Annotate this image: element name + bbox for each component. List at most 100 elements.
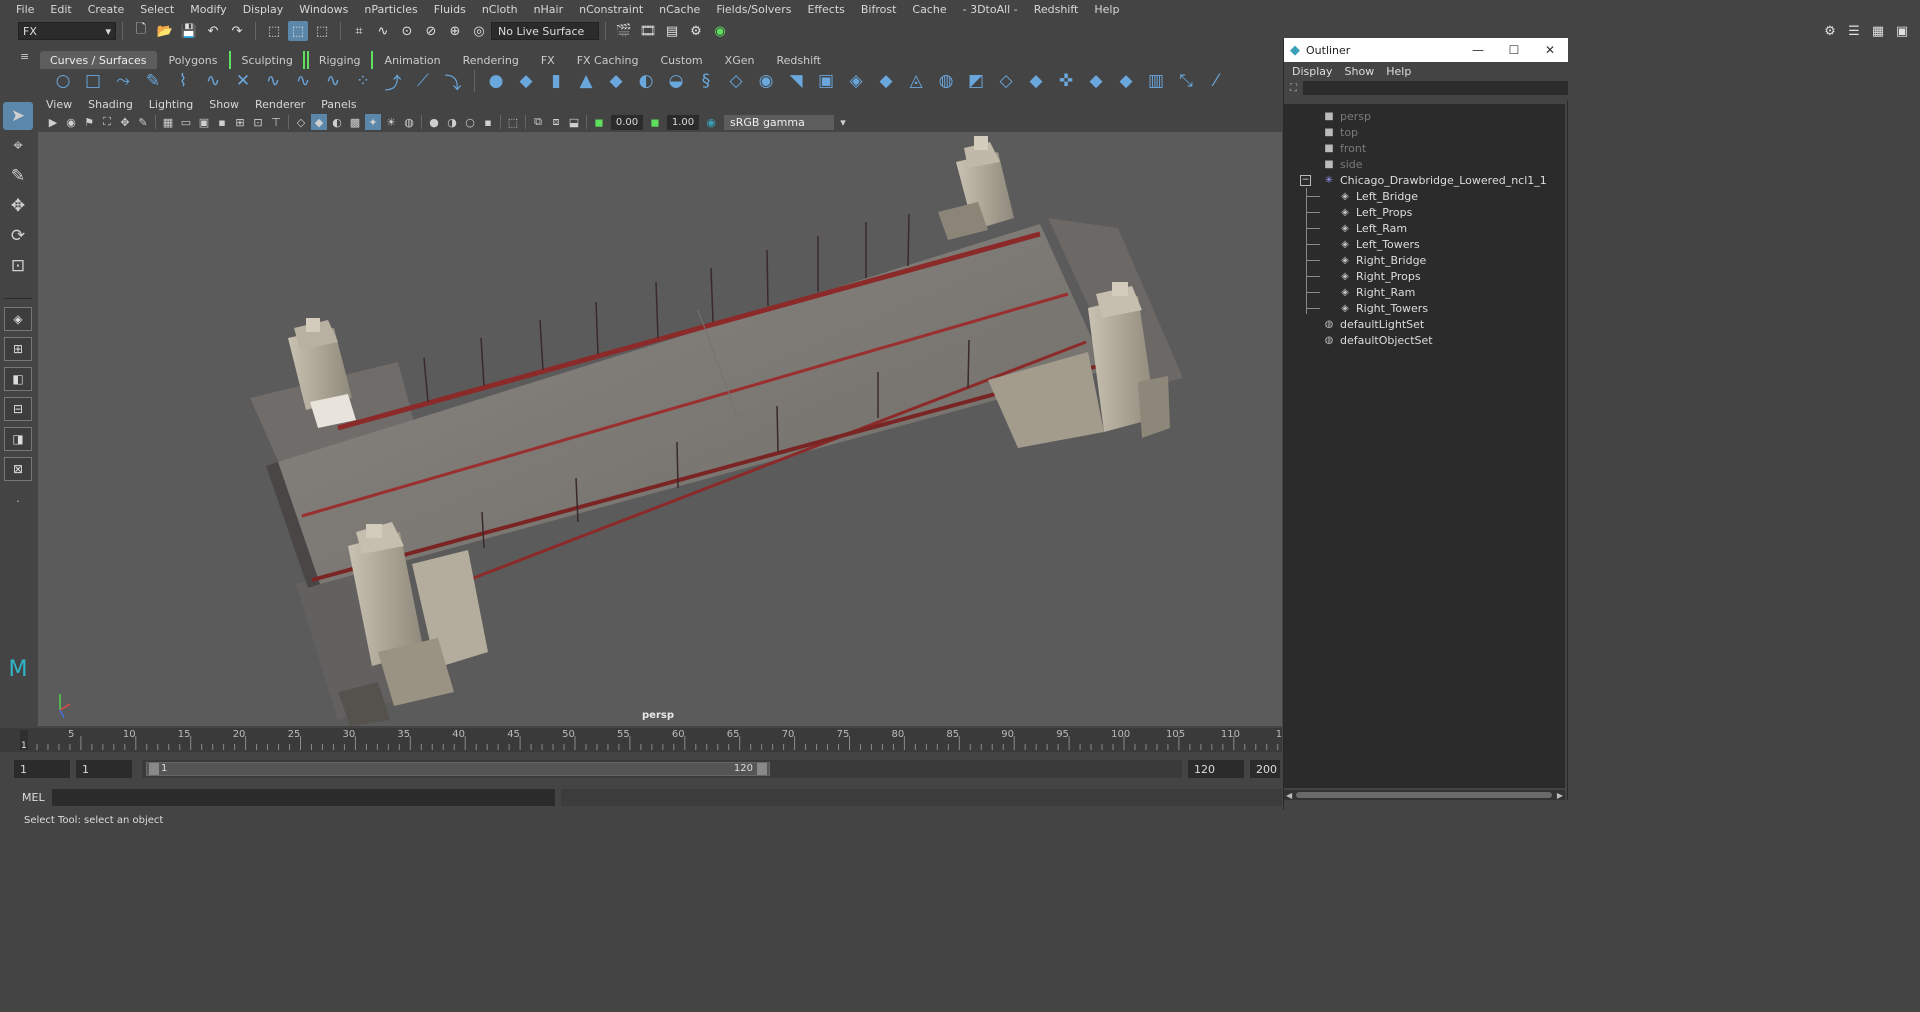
outliner-vertical-scrollbar[interactable] xyxy=(1567,100,1568,800)
color-management-icon[interactable]: ◉ xyxy=(703,114,719,130)
boundary-icon[interactable]: ◈ xyxy=(841,69,871,93)
render-sequence-icon[interactable]: 🎞 xyxy=(638,21,658,41)
square-surface-icon[interactable]: ◆ xyxy=(871,69,901,93)
new-scene-icon[interactable]: 🗋 xyxy=(131,21,151,41)
snap-surface-icon[interactable]: ⊕ xyxy=(445,21,465,41)
offset-curve-icon[interactable]: ⤵ xyxy=(438,69,468,94)
shadows-icon[interactable]: ☀ xyxy=(383,114,399,130)
nurbs-plane-icon[interactable]: ◆ xyxy=(601,69,631,93)
gamma-field[interactable]: 1.00 xyxy=(667,114,699,130)
outliner-child-left-towers[interactable]: ◈ Left_Towers xyxy=(1338,236,1420,252)
persp-graph-editor-layout-icon[interactable]: ⊠ xyxy=(4,457,32,481)
view-transform-select[interactable]: sRGB gamma xyxy=(724,114,834,130)
nurbs-cylinder-icon[interactable]: ▮ xyxy=(541,69,571,93)
render-frame-icon[interactable]: 🎬 xyxy=(614,21,634,41)
xray-active-icon[interactable]: ⧈ xyxy=(548,114,564,130)
attach-curve-icon[interactable]: ∿ xyxy=(258,69,288,93)
loft-icon[interactable]: § xyxy=(691,69,721,93)
render-settings-icon[interactable]: ⚙ xyxy=(686,21,706,41)
scrollbar-thumb[interactable] xyxy=(1296,792,1552,798)
search-options-icon[interactable]: ⛶ xyxy=(1290,83,1297,94)
outliner-child-right-ram[interactable]: ◈ Right_Ram xyxy=(1338,284,1415,300)
range-slider-handle[interactable]: 1 120 xyxy=(146,762,770,776)
select-camera-icon[interactable]: ▶ xyxy=(45,114,61,130)
reverse-curve-icon[interactable]: ⁘ xyxy=(348,69,378,93)
isolate-select-icon[interactable]: ⬚ xyxy=(505,114,521,130)
revolve-icon[interactable]: ◒ xyxy=(661,69,691,93)
chevron-down-icon[interactable]: ▾ xyxy=(835,114,851,130)
snap-view-plane-icon[interactable]: ⊘ xyxy=(421,21,441,41)
shelf-menu-icon[interactable]: ≡ xyxy=(20,50,29,63)
scale-tool-icon[interactable]: ⊡ xyxy=(3,252,33,280)
tab-curves-surfaces[interactable]: Curves / Surfaces xyxy=(40,51,157,69)
menu-windows[interactable]: Windows xyxy=(291,3,356,16)
wireframe-on-shaded-icon[interactable]: ◐ xyxy=(329,114,345,130)
outliner-search-input[interactable] xyxy=(1303,81,1568,95)
menu-ncloth[interactable]: nCloth xyxy=(474,3,526,16)
paint-select-tool-icon[interactable]: ✎ xyxy=(3,162,33,190)
nurbs-square-icon[interactable]: □ xyxy=(78,69,108,93)
collapse-toggle[interactable]: − xyxy=(1300,174,1311,186)
outliner-child-left-ram[interactable]: ◈ Left_Ram xyxy=(1338,220,1407,236)
insert-knot-icon[interactable]: ⟋ xyxy=(408,69,438,93)
range-start-grip[interactable] xyxy=(149,763,159,775)
menu-ncache[interactable]: nCache xyxy=(651,3,708,16)
tab-rendering[interactable]: Rendering xyxy=(453,51,529,69)
xray-icon[interactable]: ▪ xyxy=(480,114,496,130)
outliner-camera-side[interactable]: ■ side xyxy=(1322,156,1362,172)
nurbs-circle-icon[interactable]: ○ xyxy=(48,69,78,93)
persp-outliner-layout-icon[interactable]: ◧ xyxy=(4,367,32,391)
panel-menu-renderer[interactable]: Renderer xyxy=(247,98,313,111)
scroll-right-icon[interactable]: ▶ xyxy=(1557,791,1563,800)
persp-graph-layout-icon[interactable]: ⊟ xyxy=(4,397,32,421)
tool-settings-icon[interactable]: ▦ xyxy=(1868,21,1888,41)
panel-menu-show[interactable]: Show xyxy=(201,98,247,111)
menu-fields-solvers[interactable]: Fields/Solvers xyxy=(708,3,799,16)
make-live-icon[interactable]: ◎ xyxy=(469,21,489,41)
fillet-icon[interactable]: ⁄ xyxy=(1201,69,1231,93)
rebuild-surface-icon[interactable]: ◆ xyxy=(1081,69,1111,93)
extrude-icon[interactable]: ◉ xyxy=(751,69,781,93)
maximize-icon[interactable]: ☐ xyxy=(1496,43,1532,57)
select-object-icon[interactable]: ⬚ xyxy=(288,21,308,41)
align-surface-icon[interactable]: ◆ xyxy=(1111,69,1141,93)
gate-mask-icon[interactable]: ▪ xyxy=(214,114,230,130)
menu-effects[interactable]: Effects xyxy=(799,3,852,16)
outliner-menu-display[interactable]: Display xyxy=(1286,65,1339,78)
tab-rigging[interactable]: Rigging xyxy=(306,51,373,69)
gamma-icon[interactable]: ◼ xyxy=(647,114,663,130)
grease-pencil-icon[interactable]: ✎ xyxy=(135,114,151,130)
outliner-group-node[interactable]: − ✳ Chicago_Drawbridge_Lowered_ncl1_1 xyxy=(1300,172,1547,188)
close-icon[interactable]: ✕ xyxy=(1532,43,1568,57)
exposure-field[interactable]: 0.00 xyxy=(611,114,643,130)
textured-icon[interactable]: ▩ xyxy=(347,114,363,130)
snap-point-icon[interactable]: ⊙ xyxy=(397,21,417,41)
outliner-child-right-bridge[interactable]: ◈ Right_Bridge xyxy=(1338,252,1426,268)
menu-select[interactable]: Select xyxy=(132,3,182,16)
outliner-horizontal-scrollbar[interactable]: ◀ ▶ xyxy=(1284,790,1565,800)
smooth-shade-icon[interactable]: ◆ xyxy=(311,114,327,130)
move-tool-icon[interactable]: ✥ xyxy=(3,192,33,220)
menu-set-select[interactable]: FX ▾ xyxy=(18,22,116,40)
minimize-icon[interactable]: — xyxy=(1460,43,1496,57)
bezier-curve-icon[interactable]: ⌇ xyxy=(168,69,198,93)
scroll-left-icon[interactable]: ◀ xyxy=(1286,791,1292,800)
tab-redshift[interactable]: Redshift xyxy=(766,51,831,69)
ipr-render-icon[interactable]: ▤ xyxy=(662,21,682,41)
bookmark-icon[interactable]: ⚑ xyxy=(81,114,97,130)
nurbs-cone-icon[interactable]: ▲ xyxy=(571,69,601,93)
persp-hypershade-layout-icon[interactable]: ◨ xyxy=(4,427,32,451)
field-chart-icon[interactable]: ⊞ xyxy=(232,114,248,130)
intersect-icon[interactable]: ◍ xyxy=(931,69,961,93)
outliner-camera-persp[interactable]: ■ persp xyxy=(1322,108,1371,124)
modeling-toolkit-icon[interactable]: ⚙ xyxy=(1820,21,1840,41)
attach-surface-icon[interactable]: ◆ xyxy=(1021,69,1051,93)
live-surface-field[interactable]: No Live Surface xyxy=(491,22,599,40)
menu-edit[interactable]: Edit xyxy=(42,3,79,16)
2d-pan-zoom-icon[interactable]: ✥ xyxy=(117,114,133,130)
safe-action-icon[interactable]: ⊡ xyxy=(250,114,266,130)
more-layouts-icon[interactable]: · xyxy=(3,487,33,515)
exposure-icon[interactable]: ◼ xyxy=(591,114,607,130)
menu-modify[interactable]: Modify xyxy=(182,3,234,16)
single-perspective-layout-icon[interactable]: ◈ xyxy=(4,307,32,331)
